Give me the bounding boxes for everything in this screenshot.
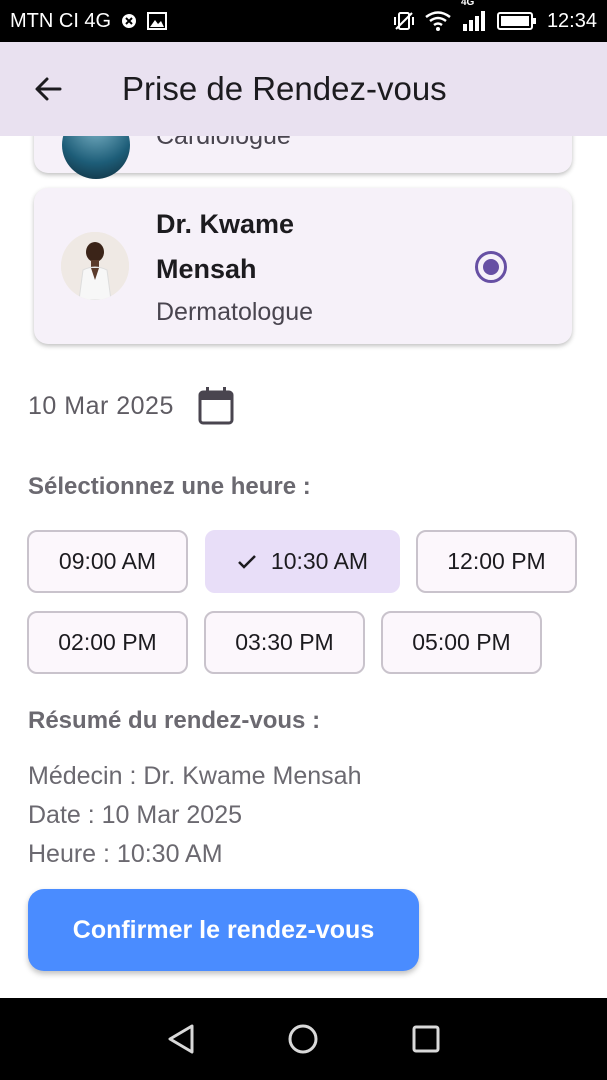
calendar-icon [198, 387, 234, 425]
time-slot-label: 12:00 PM [447, 548, 546, 574]
blocked-icon [121, 13, 137, 29]
battery-icon [496, 11, 537, 31]
radio-selected-dot [483, 259, 499, 275]
back-button[interactable] [24, 65, 72, 113]
time-slot-label: 10:30 AM [270, 548, 369, 574]
clock: 12:34 [546, 9, 597, 32]
doctor-radio-button[interactable] [475, 251, 507, 283]
selected-date: 10 Mar 2025 [28, 391, 174, 420]
time-section-label: Sélectionnez une heure : [28, 473, 311, 500]
circle-home-icon [288, 1024, 318, 1054]
date-picker-button[interactable] [196, 386, 236, 426]
nav-recents-button[interactable] [401, 1014, 451, 1064]
page-title: Prise de Rendez-vous [122, 70, 447, 107]
main-content[interactable]: Cardiologue Dr. Kwame Mensah Dermatologu… [0, 136, 607, 998]
wifi-icon [425, 11, 451, 31]
time-slot-label: 03:30 PM [235, 629, 334, 655]
doctor-specialty: Dermatologue [156, 298, 314, 326]
check-icon [238, 554, 256, 569]
network-badge: 4G [460, 0, 475, 8]
arrow-left-icon [35, 77, 62, 101]
image-icon [147, 12, 168, 30]
doctor-specialty: Cardiologue [156, 136, 291, 150]
date-row: 10 Mar 2025 [28, 386, 236, 426]
time-slot-chip[interactable]: 02:00 PM [27, 611, 188, 674]
avatar [61, 232, 129, 300]
summary-time: Heure : 10:30 AM [28, 840, 223, 868]
time-slot-chip[interactable]: 12:00 PM [416, 530, 577, 593]
vibrate-icon [393, 10, 415, 32]
screen: MTN CI 4G 4G 12:34 Prise de Rendez-vous … [0, 0, 607, 1080]
status-bar-right: 4G 12:34 [393, 0, 597, 33]
doctor-card-selected[interactable]: Dr. Kwame Mensah Dermatologue [34, 188, 572, 344]
signal-icon: 4G [461, 0, 487, 32]
summary-section-label: Résumé du rendez-vous : [28, 707, 321, 734]
time-slot-label: 09:00 AM [58, 548, 157, 574]
nav-back-button[interactable] [156, 1014, 206, 1064]
doctor-name: Dr. Kwame Mensah [156, 209, 295, 284]
time-slot-chip[interactable]: 05:00 PM [381, 611, 542, 674]
square-recents-icon [412, 1025, 440, 1053]
doctor-card[interactable]: Cardiologue [34, 136, 572, 179]
system-nav-bar [0, 998, 607, 1080]
triangle-back-icon [168, 1024, 194, 1054]
app-bar: Prise de Rendez-vous [0, 42, 607, 136]
status-bar-left: MTN CI 4G [10, 9, 168, 33]
nav-home-button[interactable] [278, 1014, 328, 1064]
status-bar: MTN CI 4G 4G 12:34 [0, 0, 607, 42]
time-slot-chip[interactable]: 09:00 AM [27, 530, 188, 593]
summary-doctor: Médecin : Dr. Kwame Mensah [28, 762, 362, 790]
time-slot-label: 02:00 PM [58, 629, 157, 655]
time-slot-chip-selected[interactable]: 10:30 AM [205, 530, 400, 593]
avatar [62, 136, 130, 179]
carrier-label: MTN CI 4G [10, 9, 112, 32]
time-slot-label: 05:00 PM [412, 629, 511, 655]
confirm-button[interactable]: Confirmer le rendez-vous [28, 889, 419, 971]
time-slot-chip[interactable]: 03:30 PM [204, 611, 365, 674]
summary-date: Date : 10 Mar 2025 [28, 801, 243, 829]
